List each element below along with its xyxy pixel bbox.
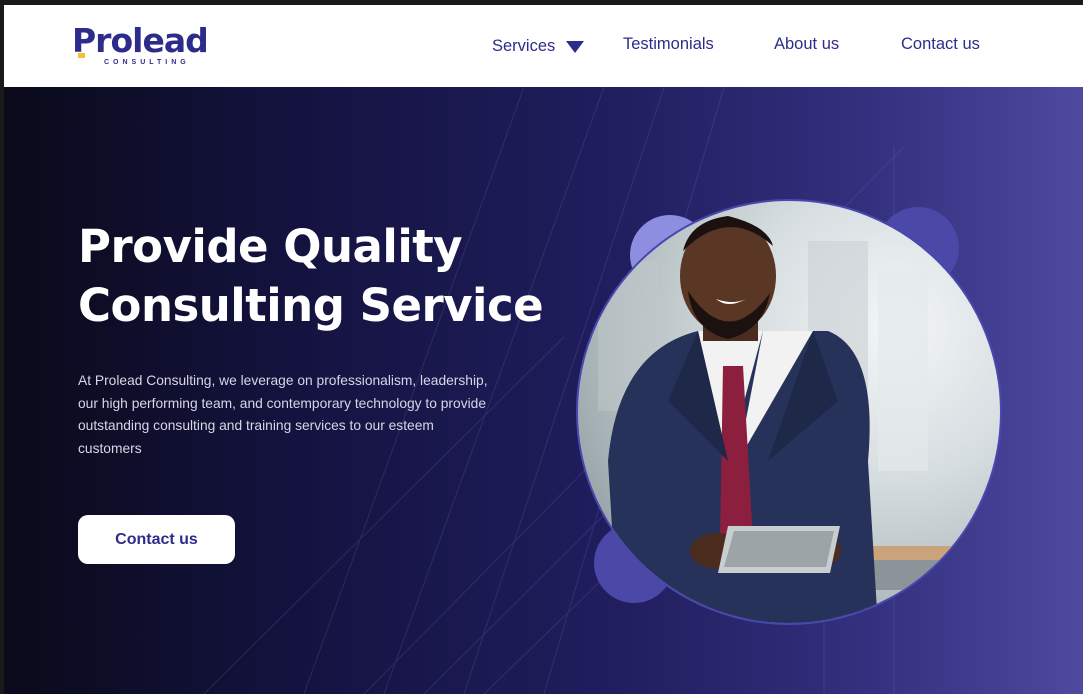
businessman-illustration [598,216,968,623]
logo-accent-mark [78,53,85,58]
nav-item-about[interactable]: About us [774,35,839,54]
nav-item-testimonials[interactable]: Testimonials [623,35,714,54]
nav-item-services[interactable]: Services [492,37,585,56]
hero-description: At Prolead Consulting, we leverage on pr… [78,373,488,456]
hero-photo [576,199,1002,625]
nav-item-label: Services [492,37,556,55]
contact-us-button[interactable]: Contact us [78,515,235,564]
brand-logo[interactable]: Prolead CONSULTING [72,21,222,71]
logo-wordmark: Prolead [72,21,209,60]
logo-tagline: CONSULTING [104,59,190,66]
hero-title-line-2: Consulting Service [78,279,544,332]
hero-title: Provide Quality Consulting Service [78,217,544,335]
nav-item-contact[interactable]: Contact us [901,35,980,54]
hero-section: Provide Quality Consulting Service At Pr… [4,87,1083,694]
site-header: Prolead CONSULTING Services Testimonials… [4,5,1083,87]
hero-title-line-1: Provide Quality [78,220,463,273]
page-frame: Prolead CONSULTING Services Testimonials… [4,5,1083,694]
chevron-down-icon[interactable] [566,40,585,53]
